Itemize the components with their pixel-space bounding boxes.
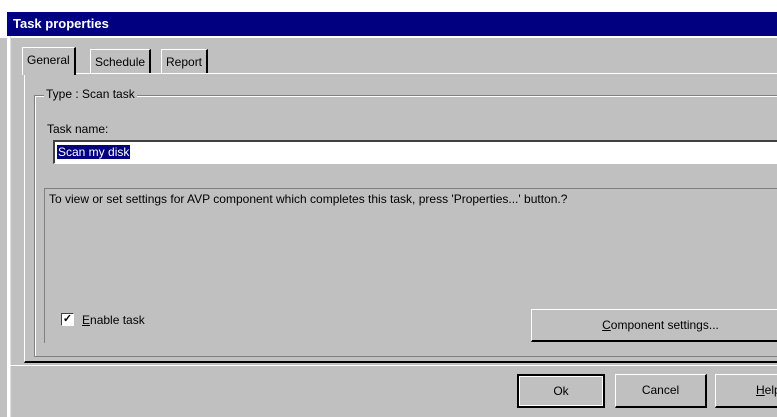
window-frame-inner-edge: [10, 36, 11, 417]
tab-report[interactable]: Report: [161, 49, 209, 73]
help-button-label-rest: elp: [764, 383, 777, 397]
cancel-button[interactable]: Cancel: [615, 374, 707, 408]
enable-task-label-rest: nable task: [90, 313, 145, 327]
help-button[interactable]: Help: [715, 374, 777, 408]
component-settings-mnemonic: C: [602, 318, 611, 332]
checkmark-icon: ✓: [62, 313, 73, 325]
ok-button[interactable]: Ok: [517, 374, 605, 408]
tab-general[interactable]: General: [22, 47, 76, 75]
ok-button-label: Ok: [553, 384, 569, 398]
help-mnemonic: H: [756, 383, 765, 397]
cancel-button-label: Cancel: [641, 383, 680, 397]
tab-report-label: Report: [166, 55, 203, 69]
groupbox-legend: Type : Scan task: [44, 87, 137, 101]
component-settings-button[interactable]: Component settings...: [531, 309, 777, 342]
tab-schedule[interactable]: Schedule: [90, 49, 152, 73]
enable-task-mnemonic: E: [82, 313, 91, 327]
dialog-separator: [7, 365, 777, 366]
enable-task-label[interactable]: Enable task: [82, 313, 145, 327]
enable-task-checkbox[interactable]: ✓: [61, 313, 74, 326]
task-name-input[interactable]: Scan my disk: [53, 140, 777, 164]
component-settings-label-rest: omponent settings...: [610, 318, 719, 332]
title-bar-area: Task properties: [0, 0, 777, 38]
info-text: To view or set settings for AVP componen…: [49, 192, 568, 206]
tab-general-label: General: [27, 53, 70, 67]
window-title: Task properties: [7, 12, 777, 36]
task-name-label: Task name:: [47, 122, 109, 136]
task-name-value: Scan my disk: [57, 145, 131, 159]
tab-schedule-label: Schedule: [95, 55, 146, 69]
